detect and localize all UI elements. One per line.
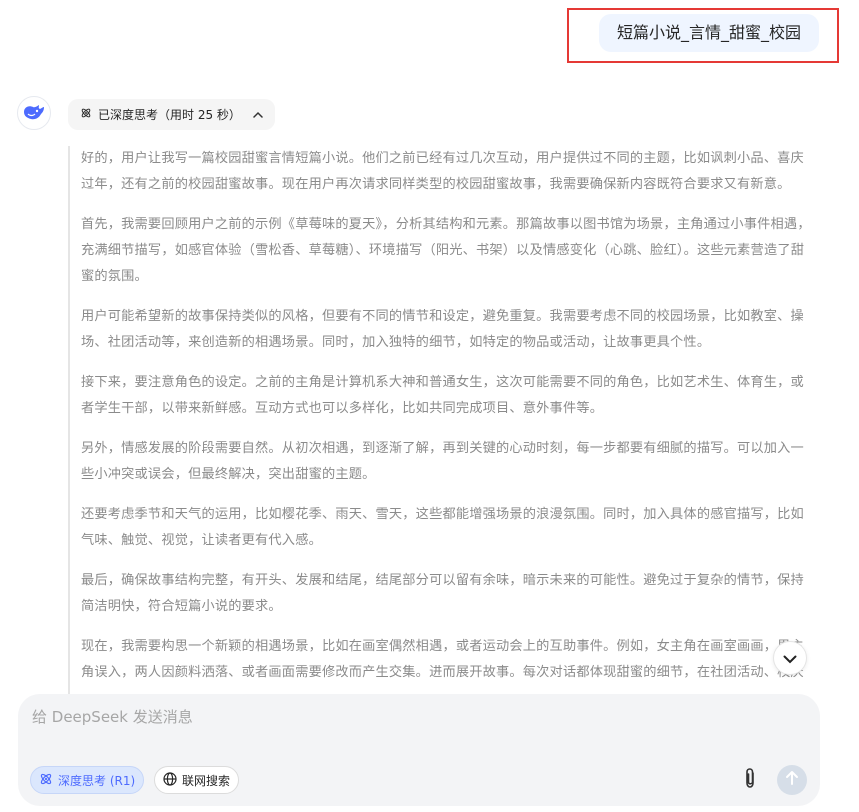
thinking-label: 已深度思考（用时 25 秒） <box>98 108 241 122</box>
thinking-content: 好的，用户让我写一篇校园甜蜜言情短篇小说。他们之前已经有过几次互动，用户提供过不… <box>68 146 813 706</box>
thinking-paragraph: 现在，我需要构思一个新颖的相遇场景，比如在画室偶然相遇，或者运动会上的互助事件。… <box>81 639 804 680</box>
user-message-highlight: 短篇小说_言情_甜蜜_校园 <box>567 8 839 63</box>
user-message-bubble: 短篇小说_言情_甜蜜_校园 <box>599 14 820 52</box>
thinking-paragraph: 用户可能希望新的故事保持类似的风格，但要有不同的情节和设定，避免重复。我需要考虑… <box>81 309 804 350</box>
chevron-up-icon <box>253 111 263 118</box>
chat-page: 短篇小说_言情_甜蜜_校园 已深度思考（用时 25 秒） 好的，用户让我写一篇校… <box>0 0 859 812</box>
web-search-button[interactable]: 联网搜索 <box>154 766 240 794</box>
thinking-paragraph: 最后，确保故事结构完整，有开头、发展和结尾，结尾部分可以留有余味，暗示未来的可能… <box>81 573 804 614</box>
deep-think-button[interactable]: 深度思考 (R1) <box>30 766 145 794</box>
globe-icon <box>163 771 177 789</box>
thinking-paragraph: 还要考虑季节和天气的运用，比如樱花季、雨天、雪天，这些都能增强场景的浪漫氛围。同… <box>81 507 804 548</box>
scroll-to-bottom-button[interactable] <box>773 641 807 675</box>
web-search-label: 联网搜索 <box>182 773 231 788</box>
thinking-paragraph: 好的，用户让我写一篇校园甜蜜言情短篇小说。他们之前已经有过几次互动，用户提供过不… <box>81 151 804 192</box>
thinking-paragraph: 另外，情感发展的阶段需要自然。从初次相遇，到逐渐了解，再到关键的心动时刻，每一步… <box>81 441 804 482</box>
thinking-paragraph: 接下来，要注意角色的设定。之前的主角是计算机系大神和普通女生，这次可能需要不同的… <box>81 375 804 416</box>
message-composer: 深度思考 (R1) 联网搜索 <box>18 694 820 806</box>
arrow-up-icon <box>785 770 799 790</box>
chevron-down-icon <box>783 649 797 668</box>
thinking-paragraph: 首先，我需要回顾用户之前的示例《草莓味的夏天》，分析其结构和元素。那篇故事以图书… <box>81 217 811 284</box>
send-button[interactable] <box>777 765 807 795</box>
deep-think-icon <box>39 772 53 789</box>
attach-file-button[interactable] <box>738 767 762 793</box>
deepseek-avatar-icon <box>17 96 51 130</box>
thinking-toggle[interactable]: 已深度思考（用时 25 秒） <box>68 99 275 130</box>
deep-think-label: 深度思考 (R1) <box>58 773 136 788</box>
deep-think-icon <box>80 107 92 122</box>
message-input[interactable] <box>32 708 792 726</box>
paperclip-icon <box>742 767 758 793</box>
